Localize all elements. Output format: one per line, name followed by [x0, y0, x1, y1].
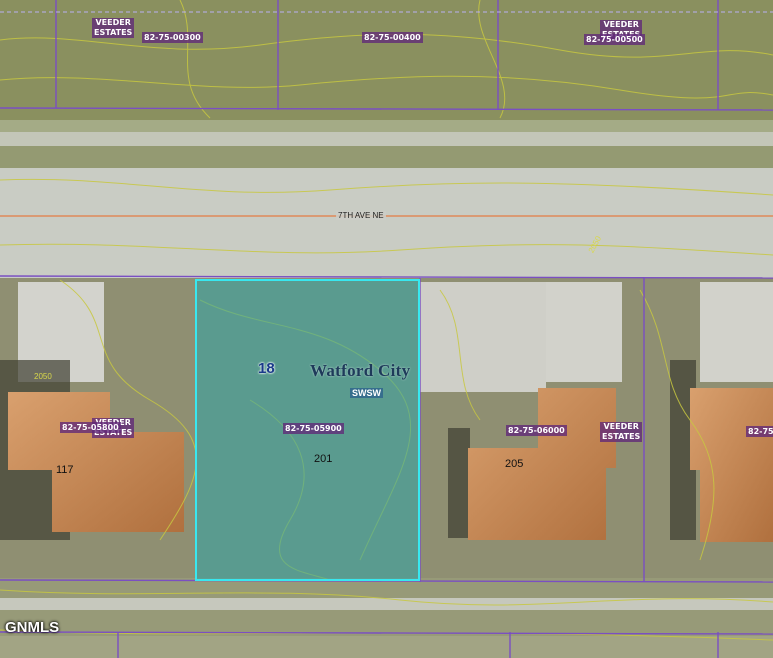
subdivision-label: VEEDER ESTATES [92, 18, 135, 38]
driveway-far-east [700, 282, 773, 382]
house-east [690, 388, 773, 542]
south-strip [0, 636, 773, 658]
contour-label: 2050 [34, 372, 52, 381]
parcel-id-label[interactable]: 82-75-00300 [142, 32, 203, 43]
parcel-id-label[interactable]: 82-75-06100 [746, 426, 773, 437]
address-label: 201 [314, 453, 333, 465]
house-shadow-205 [448, 428, 470, 538]
parcel-id-label[interactable]: 82-75-05900 [283, 423, 344, 434]
address-label: 117 [56, 464, 74, 476]
lot-number-label: 18 [258, 360, 275, 377]
parcel-id-label[interactable]: 82-75-05800 [60, 422, 121, 433]
parcel-id-label[interactable]: 82-75-00400 [362, 32, 423, 43]
street-label: 7TH AVE NE [336, 211, 386, 220]
address-label: 205 [505, 458, 524, 470]
driveway-east [546, 282, 622, 382]
quarter-section-label: SWSW [350, 388, 383, 398]
map-canvas[interactable] [0, 0, 773, 658]
watermark-text: GNMLS [5, 619, 60, 636]
north-verge [0, 146, 773, 168]
city-label: Watford City [310, 361, 411, 380]
north-grass-strip [0, 120, 773, 132]
parcel-id-label[interactable]: 82-75-06000 [506, 425, 567, 436]
south-sidewalk [0, 598, 773, 610]
north-sidewalk [0, 132, 773, 146]
subdivision-label: VEEDER ESTATES [600, 422, 643, 442]
road-surface [0, 168, 773, 278]
driveway-205 [420, 282, 546, 392]
parcel-id-label[interactable]: 82-75-00500 [584, 34, 645, 45]
